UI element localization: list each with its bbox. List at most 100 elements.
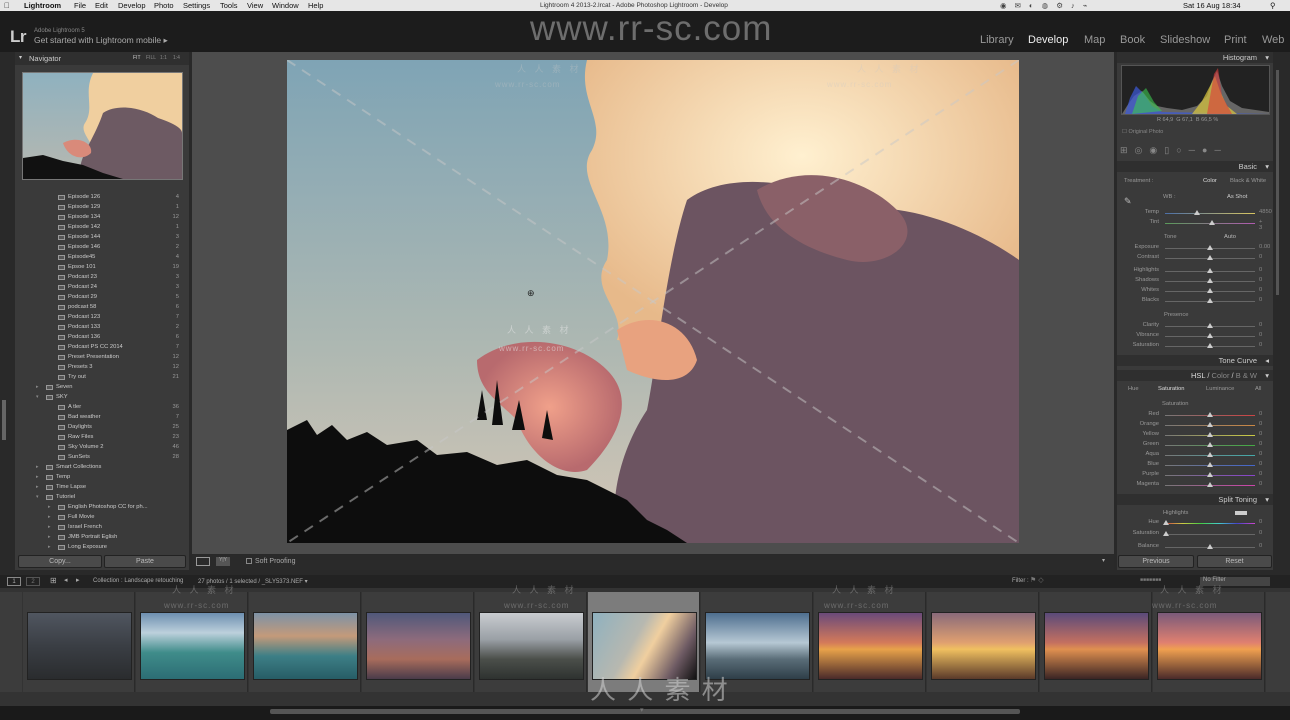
- slider-knob[interactable]: [1207, 268, 1213, 273]
- expanded-icon[interactable]: ▾: [36, 392, 39, 402]
- mobile-promo-link[interactable]: Get started with Lightroom mobile ▸: [34, 35, 168, 46]
- module-library[interactable]: Library: [980, 34, 1014, 46]
- folder-row[interactable]: ▸ Long Exposure: [15, 542, 189, 550]
- slider-value[interactable]: 0: [1259, 421, 1262, 427]
- slider-knob[interactable]: [1208, 220, 1215, 225]
- module-map[interactable]: Map: [1084, 34, 1105, 46]
- folder-row[interactable]: Episode 144 3: [15, 232, 189, 242]
- color-label-filter[interactable]: ■■■■■■■: [1140, 577, 1161, 583]
- soft-proofing-checkbox[interactable]: [246, 558, 252, 564]
- slider-knob[interactable]: [1207, 255, 1213, 260]
- menu-tools[interactable]: Tools: [220, 0, 238, 11]
- slider-value[interactable]: 0: [1259, 342, 1262, 348]
- spotlight-icon[interactable]: ⚲: [1270, 0, 1276, 11]
- slider-knob[interactable]: [1207, 298, 1213, 303]
- filmstrip-thumbnail[interactable]: [479, 612, 584, 680]
- slider-knob[interactable]: [1207, 323, 1213, 328]
- adjustment-brush-icon[interactable]: ─●─: [1189, 145, 1228, 155]
- spot-removal-icon[interactable]: ◎: [1135, 145, 1150, 155]
- menu-app-name[interactable]: Lightroom: [24, 0, 61, 11]
- menu-help[interactable]: Help: [308, 0, 323, 11]
- folder-row[interactable]: ▸ English Photoshop CC for ph...: [15, 502, 189, 512]
- toolbar-menu-icon[interactable]: ▾: [1102, 557, 1105, 564]
- module-develop[interactable]: Develop: [1028, 34, 1068, 46]
- bw-title[interactable]: B & W: [1236, 371, 1257, 380]
- folder-row[interactable]: Presets 3 12: [15, 362, 189, 372]
- treatment-color[interactable]: Color: [1203, 178, 1217, 184]
- slider-value[interactable]: 0: [1259, 287, 1262, 293]
- slider-knob[interactable]: [1163, 520, 1169, 525]
- folder-row[interactable]: ▸ Smart Collections: [15, 462, 189, 472]
- folder-row[interactable]: Episode 146 2: [15, 242, 189, 252]
- loupe-view-icon[interactable]: [196, 557, 210, 566]
- slider-knob[interactable]: [1207, 333, 1213, 338]
- filmstrip-toggle-icon[interactable]: ▾: [640, 706, 644, 714]
- menu-view[interactable]: View: [247, 0, 263, 11]
- module-web[interactable]: Web: [1262, 34, 1284, 46]
- folder-row[interactable]: Try out 21: [15, 372, 189, 382]
- graduated-filter-icon[interactable]: ▯: [1164, 145, 1176, 155]
- folder-row[interactable]: Epsoe 101 19: [15, 262, 189, 272]
- zoom-fit[interactable]: FIT: [133, 55, 141, 61]
- slider-knob[interactable]: [1207, 288, 1213, 293]
- apple-icon[interactable]: : [4, 0, 10, 11]
- wb-select[interactable]: As Shot: [1227, 194, 1247, 200]
- filmstrip-thumbnail[interactable]: [366, 612, 471, 680]
- menu-window[interactable]: Window: [272, 0, 299, 11]
- folder-row[interactable]: Podcast 123 7: [15, 312, 189, 322]
- slider-knob[interactable]: [1207, 442, 1213, 447]
- slider-knob[interactable]: [1163, 531, 1169, 536]
- menu-edit[interactable]: Edit: [95, 0, 108, 11]
- histogram[interactable]: [1121, 65, 1270, 115]
- slider-knob[interactable]: [1207, 432, 1213, 437]
- reset-button[interactable]: Reset: [1197, 555, 1272, 568]
- filmstrip-thumbnail[interactable]: [931, 612, 1036, 680]
- slider-value[interactable]: 0: [1259, 471, 1262, 477]
- slider-value[interactable]: 0: [1259, 543, 1262, 549]
- hsl-header[interactable]: HSL / Color / B & W ▾: [1117, 370, 1273, 381]
- grid-view-icon[interactable]: ⊞: [50, 576, 57, 585]
- expanded-icon[interactable]: ▾: [36, 492, 39, 502]
- module-slideshow[interactable]: Slideshow: [1160, 34, 1210, 46]
- tone-auto-button[interactable]: Auto: [1224, 234, 1236, 240]
- previous-button[interactable]: Previous: [1118, 555, 1194, 568]
- folder-row[interactable]: Preset Presentation 12: [15, 352, 189, 362]
- folder-row[interactable]: Episode 129 1: [15, 202, 189, 212]
- treatment-bw[interactable]: Black & White: [1230, 178, 1266, 184]
- folder-row[interactable]: Episode45 4: [15, 252, 189, 262]
- hsl-tab-luminance[interactable]: Luminance: [1206, 386, 1234, 392]
- folder-row[interactable]: ▾ Tutoriel: [15, 492, 189, 502]
- highlights-swatch[interactable]: [1235, 511, 1247, 515]
- slider-value[interactable]: 0: [1259, 411, 1262, 417]
- slider-knob[interactable]: [1193, 210, 1200, 215]
- module-print[interactable]: Print: [1224, 34, 1247, 46]
- slider-knob[interactable]: [1207, 452, 1213, 457]
- before-after-icon[interactable]: Y|Y: [216, 557, 230, 566]
- slider-knob[interactable]: [1207, 462, 1213, 467]
- slider-value[interactable]: 0: [1259, 441, 1262, 447]
- filmstrip-thumbnail[interactable]: [27, 612, 132, 680]
- folder-row[interactable]: Episode 142 1: [15, 222, 189, 232]
- slider-value[interactable]: 0: [1259, 481, 1262, 487]
- slider-knob[interactable]: [1207, 343, 1213, 348]
- slider-knob[interactable]: [1207, 482, 1213, 487]
- collapsed-icon[interactable]: ▸: [36, 462, 39, 472]
- collapsed-icon[interactable]: ▸: [36, 382, 39, 392]
- folder-row[interactable]: ▸ Israel French: [15, 522, 189, 532]
- collapsed-icon[interactable]: ▸: [48, 542, 51, 550]
- split-toning-header[interactable]: Split Toning ▾: [1117, 494, 1273, 505]
- menu-photo[interactable]: Photo: [154, 0, 174, 11]
- screen-2-button[interactable]: 2: [26, 577, 40, 586]
- folder-row[interactable]: Podcast 23 3: [15, 272, 189, 282]
- collapsed-icon[interactable]: ▸: [48, 512, 51, 522]
- folder-row[interactable]: SunSets 28: [15, 452, 189, 462]
- collapsed-icon[interactable]: ▸: [36, 482, 39, 492]
- copy-settings-button[interactable]: Copy...: [18, 555, 102, 568]
- folder-row[interactable]: ▸ JMB Portrait Eglish: [15, 532, 189, 542]
- forward-arrow-icon[interactable]: ▸: [76, 576, 80, 584]
- folder-row[interactable]: ▸ Time Lapse: [15, 482, 189, 492]
- folder-row[interactable]: Daylights 25: [15, 422, 189, 432]
- slider-value[interactable]: 0: [1259, 519, 1262, 525]
- filmstrip-thumbnail[interactable]: [253, 612, 358, 680]
- slider-value[interactable]: 4850: [1259, 209, 1272, 215]
